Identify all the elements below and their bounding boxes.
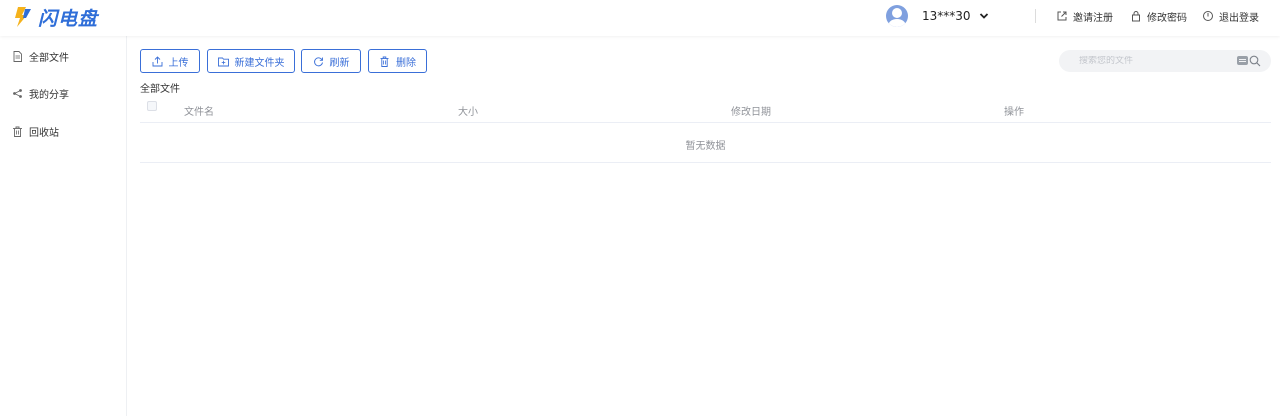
column-header-size[interactable]: 大小 [458,103,478,118]
header-divider [1035,9,1036,23]
logout-label: 退出登录 [1219,12,1259,24]
change-password-link[interactable]: 修改密码 [1130,9,1187,24]
delete-button[interactable]: 删除 [368,49,427,73]
empty-state-text: 暂无数据 [685,141,726,152]
new-folder-button[interactable]: 新建文件夹 [207,49,295,73]
logo-text: 闪电盘 [38,7,99,30]
breadcrumb[interactable]: 全部文件 [140,80,180,95]
refresh-icon [313,56,323,66]
search-input[interactable] [1079,56,1229,66]
sidebar-item-all-files[interactable]: 全部文件 [12,48,69,64]
user-menu[interactable]: 13***30 [886,4,989,28]
new-folder-label: 新建文件夹 [234,57,285,69]
trash-icon [380,56,389,67]
search-icon[interactable] [1249,55,1261,67]
empty-table-row: 暂无数据 [140,123,1271,163]
change-password-label: 修改密码 [1147,12,1187,24]
select-all-checkbox[interactable] [147,101,157,111]
chevron-down-icon[interactable] [979,11,989,21]
sidebar-item-label: 全部文件 [29,52,69,64]
file-table: 文件名 大小 修改日期 操作 暂无数据 [140,96,1271,163]
upload-icon [152,55,162,66]
file-icon [13,50,22,62]
external-link-icon [1057,11,1067,21]
upload-button[interactable]: 上传 [140,49,200,73]
refresh-label: 刷新 [329,57,350,69]
search-box [1059,50,1271,72]
lightning-bolt-icon [15,7,31,27]
top-header: 闪电盘 13***30 邀请注册 修改密码 退出登录 [0,0,1280,36]
refresh-button[interactable]: 刷新 [301,49,361,73]
sidebar-item-label: 回收站 [29,127,59,139]
share-icon [13,88,22,98]
upload-label: 上传 [168,57,189,69]
trash-icon [13,126,22,137]
column-header-name[interactable]: 文件名 [184,103,214,118]
sidebar: 全部文件 我的分享 回收站 [0,36,127,416]
sidebar-item-my-shares[interactable]: 我的分享 [12,85,69,101]
lock-icon [1132,11,1140,22]
delete-label: 删除 [396,57,416,69]
table-header: 文件名 大小 修改日期 操作 [140,96,1271,123]
keyboard-icon[interactable] [1237,56,1248,65]
avatar[interactable] [886,5,908,27]
username: 13***30 [922,9,971,23]
folder-plus-icon [217,57,229,66]
logout-link[interactable]: 退出登录 [1202,9,1259,24]
column-header-actions: 操作 [1004,107,1024,118]
invite-register-link[interactable]: 邀请注册 [1056,9,1113,24]
sidebar-item-recycle-bin[interactable]: 回收站 [12,123,59,139]
main-content: 上传 新建文件夹 刷新 删除 全部文件 [128,36,1280,416]
app-logo[interactable]: 闪电盘 [12,4,98,30]
sidebar-item-label: 我的分享 [29,89,69,101]
invite-register-label: 邀请注册 [1073,12,1113,24]
column-header-modified-date[interactable]: 修改日期 [731,103,771,118]
power-icon [1203,11,1213,21]
